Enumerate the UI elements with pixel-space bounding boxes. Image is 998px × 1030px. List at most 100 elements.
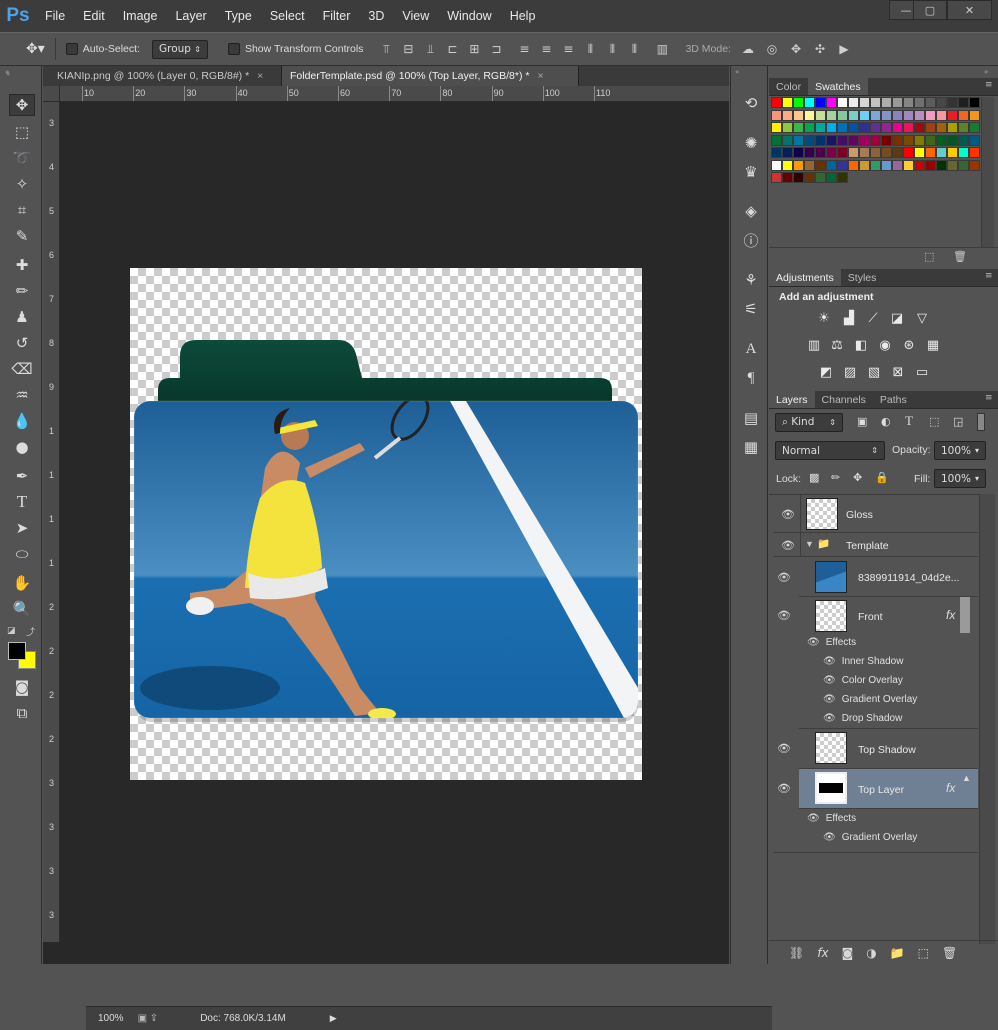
color-swatch[interactable] [837,172,848,183]
color-swatch[interactable] [925,97,936,108]
color-swatch[interactable] [771,97,782,108]
visibility-eye-icon[interactable]: 👁 [777,742,791,755]
visibility-eye-icon[interactable]: 👁 [823,832,836,843]
color-swatch[interactable] [881,147,892,158]
lock-position-icon[interactable]: ✥ [853,471,862,484]
color-swatch[interactable] [782,147,793,158]
strip-collapse-icon[interactable]: « [735,68,739,76]
lasso-tool-icon[interactable]: ➰ [9,147,35,169]
color-swatch[interactable] [936,97,947,108]
lock-all-icon[interactable]: 🔒 [875,471,889,484]
color-swatch[interactable] [837,109,848,121]
curves-icon[interactable]: ⟋ [864,310,882,326]
visibility-eye-icon[interactable]: 👁 [807,813,820,824]
history-panel-icon[interactable]: ⟲ [740,92,762,114]
chevron-up-icon[interactable]: ▲ [962,773,971,783]
color-swatch[interactable] [859,147,870,158]
eraser-tool-icon[interactable]: ⌫ [9,358,35,380]
color-swatch[interactable] [870,109,881,121]
color-swatch[interactable] [881,97,892,108]
color-swatch[interactable] [837,134,848,146]
color-swatch[interactable] [826,147,837,158]
chevron-down-icon[interactable]: ▼ [805,539,814,549]
color-swatch[interactable] [903,134,914,146]
visibility-eye-icon[interactable]: 👁 [781,508,795,521]
fx-icon[interactable]: fx [946,781,955,795]
align-bottom-icon[interactable]: ⫫ [421,40,439,58]
color-swatch[interactable] [848,147,859,158]
color-swatch[interactable] [782,97,793,108]
tab-kianip[interactable]: KIANIp.png @ 100% (Layer 0, RGB/8#) * × [43,66,282,86]
color-swatch[interactable] [815,159,826,171]
color-swatch[interactable] [826,97,837,108]
color-swatch[interactable] [936,109,947,121]
visibility-eye-icon[interactable]: 👁 [777,782,791,795]
color-swatch[interactable] [947,97,958,108]
color-swatch[interactable] [969,159,980,171]
color-swatch[interactable] [771,147,782,158]
tab-adjustments[interactable]: Adjustments [769,269,841,286]
filter-toggle[interactable] [977,413,985,431]
photo-filter-icon[interactable]: ◉ [876,337,894,353]
color-swatch[interactable] [925,109,936,121]
panel-menu-icon[interactable]: ≡ [985,393,993,403]
gradient-map-icon[interactable]: ▭ [913,364,931,380]
status-icons[interactable]: ▣ ⇪ [138,1013,159,1024]
color-swatch[interactable] [947,159,958,171]
new-adjustment-icon[interactable]: ◑ [866,946,876,960]
color-swatch[interactable] [892,97,903,108]
color-swatch[interactable] [826,159,837,171]
close-button[interactable]: ✕ [947,0,992,20]
lock-image-icon[interactable]: ✏ [831,471,840,484]
clone-stamp-tool-icon[interactable]: ♟ [9,306,35,328]
distribute-bottom-icon[interactable]: ≡ [559,40,577,58]
color-swatch[interactable] [859,134,870,146]
new-group-icon[interactable]: 📁 [890,946,905,960]
color-swatch[interactable] [892,122,903,133]
visibility-eye-icon[interactable]: 👁 [823,656,836,667]
history-brush-tool-icon[interactable]: ↺ [9,332,35,354]
menu-3d[interactable]: 3D [359,0,393,32]
color-swatch[interactable] [859,159,870,171]
align-vcenter-icon[interactable]: ⊟ [399,40,417,58]
color-balance-icon[interactable]: ⚖ [828,337,846,353]
color-swatch[interactable] [804,159,815,171]
eyedropper-tool-icon[interactable]: ✎ [9,225,35,247]
fx-icon[interactable]: fx [946,608,955,622]
color-swatch[interactable] [793,109,804,121]
tab-layers[interactable]: Layers [769,391,815,408]
color-swatch[interactable] [903,159,914,171]
visibility-eye-icon[interactable]: 👁 [823,694,836,705]
menu-file[interactable]: File [36,0,74,32]
align-hcenter-icon[interactable]: ⊞ [465,40,483,58]
channel-mixer-icon[interactable]: ⊛ [900,337,918,353]
link-layers-icon[interactable]: ⛓ [789,946,804,960]
color-swatch[interactable] [837,122,848,133]
color-swatch[interactable] [903,97,914,108]
color-swatch[interactable] [848,134,859,146]
tab-swatches[interactable]: Swatches [808,78,868,95]
3d-panel-icon[interactable]: ◈ [740,200,762,222]
zoom-tool-icon[interactable]: 🔍 [9,598,35,620]
invert-icon[interactable]: ◩ [817,364,835,380]
tab-close-icon[interactable]: × [257,70,263,82]
scroll-thumb[interactable] [960,597,970,633]
filter-kind-dropdown[interactable]: ⌕ Kind ⇕ [775,413,843,432]
filter-pixel-icon[interactable]: ▣ [857,415,867,428]
color-swatch[interactable] [782,172,793,183]
character-panel-icon[interactable]: A [740,338,762,360]
effects-row[interactable]: 👁 Effects [807,637,856,648]
swap-colors-icon[interactable]: ⤴ [26,625,35,638]
color-swatch[interactable] [848,109,859,121]
menu-edit[interactable]: Edit [74,0,114,32]
menu-filter[interactable]: Filter [314,0,360,32]
tab-paths[interactable]: Paths [873,391,914,408]
effect-gradient-overlay[interactable]: 👁 Gradient Overlay [823,694,917,705]
color-swatch[interactable] [914,159,925,171]
hue-saturation-icon[interactable]: ▥ [805,337,823,353]
brush-presets-icon[interactable]: ✺ [740,132,762,154]
color-swatch[interactable] [826,172,837,183]
default-colors-icon[interactable]: ◪ [7,626,16,636]
color-swatch[interactable] [925,159,936,171]
menu-window[interactable]: Window [438,0,500,32]
